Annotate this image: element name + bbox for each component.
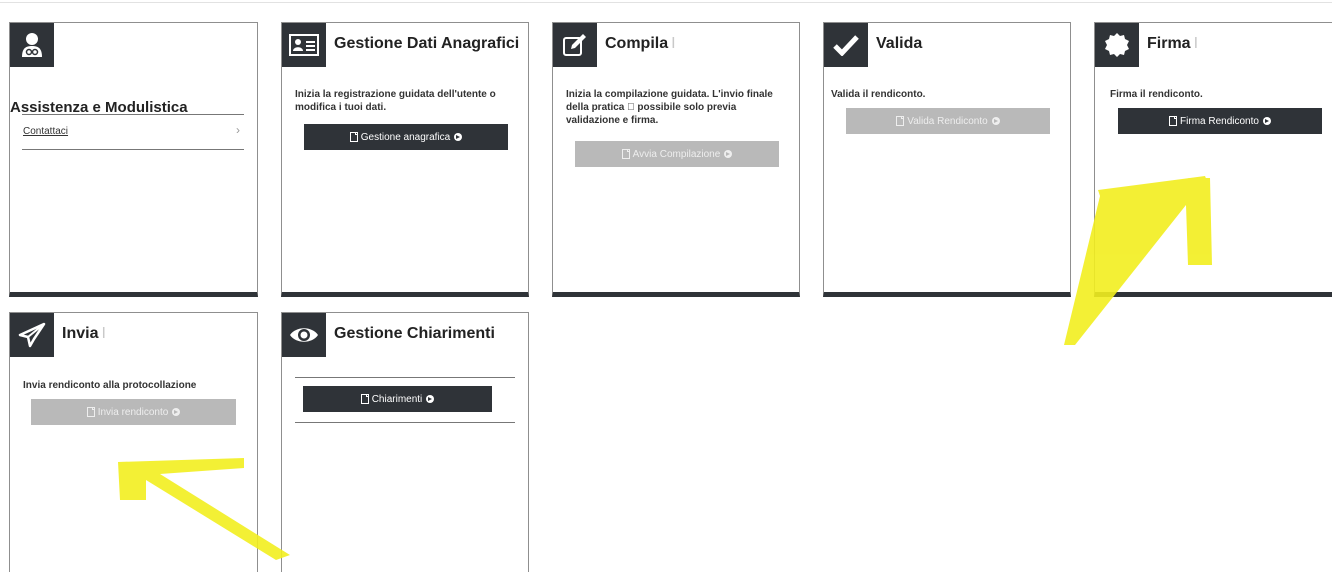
divider bbox=[22, 149, 244, 150]
arrow-circle-icon bbox=[426, 395, 435, 403]
top-divider bbox=[0, 2, 1332, 3]
contattaci-link[interactable]: Contattaci bbox=[23, 126, 68, 137]
gestione-anagrafica-button[interactable]: Gestione anagrafica bbox=[304, 124, 508, 150]
document-icon bbox=[1169, 116, 1178, 126]
card-title: Valida bbox=[876, 35, 923, 52]
button-label: Chiarimenti bbox=[371, 393, 423, 405]
document-icon bbox=[896, 116, 905, 126]
card-title: Compila I bbox=[605, 35, 676, 53]
divider bbox=[295, 377, 515, 378]
eye-icon bbox=[282, 313, 326, 357]
checkmark-icon bbox=[824, 23, 868, 67]
document-icon bbox=[360, 394, 369, 404]
invia-card: Invia I Invia rendiconto alla protocollaz… bbox=[9, 312, 258, 572]
button-label: Invia rendiconto bbox=[97, 406, 169, 418]
card-description: Valida il rendiconto. bbox=[831, 89, 926, 100]
doctor-icon bbox=[10, 23, 54, 67]
compila-card: Compila I Inizia la compilazione guidata.… bbox=[552, 22, 800, 297]
arrow-circle-icon bbox=[172, 408, 181, 416]
card-title: Gestione Chiarimenti bbox=[334, 325, 495, 342]
cursor-mark: I bbox=[1193, 35, 1199, 52]
invia-rendiconto-button[interactable]: Invia rendiconto bbox=[31, 399, 236, 425]
divider bbox=[22, 114, 244, 115]
document-icon bbox=[349, 132, 358, 142]
button-label: Avvia Compilazione bbox=[632, 148, 721, 160]
assistenza-card: Assistenza e Modulistica Contattaci › bbox=[9, 22, 258, 297]
button-label: Firma Rendiconto bbox=[1180, 115, 1259, 127]
edit-icon bbox=[553, 23, 597, 67]
gestione-dati-card: Gestione Dati Anagrafici Inizia la regis… bbox=[281, 22, 529, 297]
card-description: Inizia la registrazione guidata dell'ute… bbox=[295, 89, 496, 113]
card-description: Inizia la compilazione guidata. L'invio … bbox=[566, 89, 773, 126]
card-title-text: Firma bbox=[1147, 35, 1191, 52]
card-title: Invia I bbox=[62, 325, 106, 343]
chevron-right-icon: › bbox=[236, 123, 240, 137]
chiarimenti-button[interactable]: Chiarimenti bbox=[303, 386, 492, 412]
valida-rendiconto-button[interactable]: Valida Rendiconto bbox=[846, 108, 1050, 134]
seal-icon bbox=[1095, 23, 1139, 67]
firma-card: Firma I Firma il rendiconto. Firma Rendic… bbox=[1094, 22, 1332, 297]
avvia-compilazione-button[interactable]: Avvia Compilazione bbox=[575, 141, 779, 167]
paper-plane-icon bbox=[10, 313, 54, 357]
valida-card: Valida Valida il rendiconto. Valida Rend… bbox=[823, 22, 1071, 297]
divider bbox=[295, 422, 515, 423]
arrow-circle-icon bbox=[1262, 117, 1271, 125]
cursor-mark: I bbox=[671, 35, 676, 52]
button-label: Gestione anagrafica bbox=[360, 131, 451, 143]
card-description: Firma il rendiconto. bbox=[1110, 89, 1203, 100]
card-title: Firma I bbox=[1147, 35, 1198, 53]
document-icon bbox=[86, 407, 95, 417]
cursor-mark: I bbox=[101, 325, 106, 342]
arrow-circle-icon bbox=[991, 117, 1000, 125]
id-card-icon bbox=[282, 23, 326, 67]
arrow-circle-icon bbox=[724, 150, 733, 158]
chiarimenti-card: Gestione Chiarimenti Chiarimenti bbox=[281, 312, 529, 572]
button-label: Valida Rendiconto bbox=[907, 115, 988, 127]
card-title-text: Invia bbox=[62, 325, 99, 342]
card-title: Gestione Dati Anagrafici bbox=[334, 35, 520, 52]
document-icon bbox=[621, 149, 630, 159]
arrow-circle-icon bbox=[454, 133, 463, 141]
firma-rendiconto-button[interactable]: Firma Rendiconto bbox=[1118, 108, 1322, 134]
card-title-text: Compila bbox=[605, 35, 669, 52]
card-description: Invia rendiconto alla protocollazione bbox=[23, 380, 197, 391]
